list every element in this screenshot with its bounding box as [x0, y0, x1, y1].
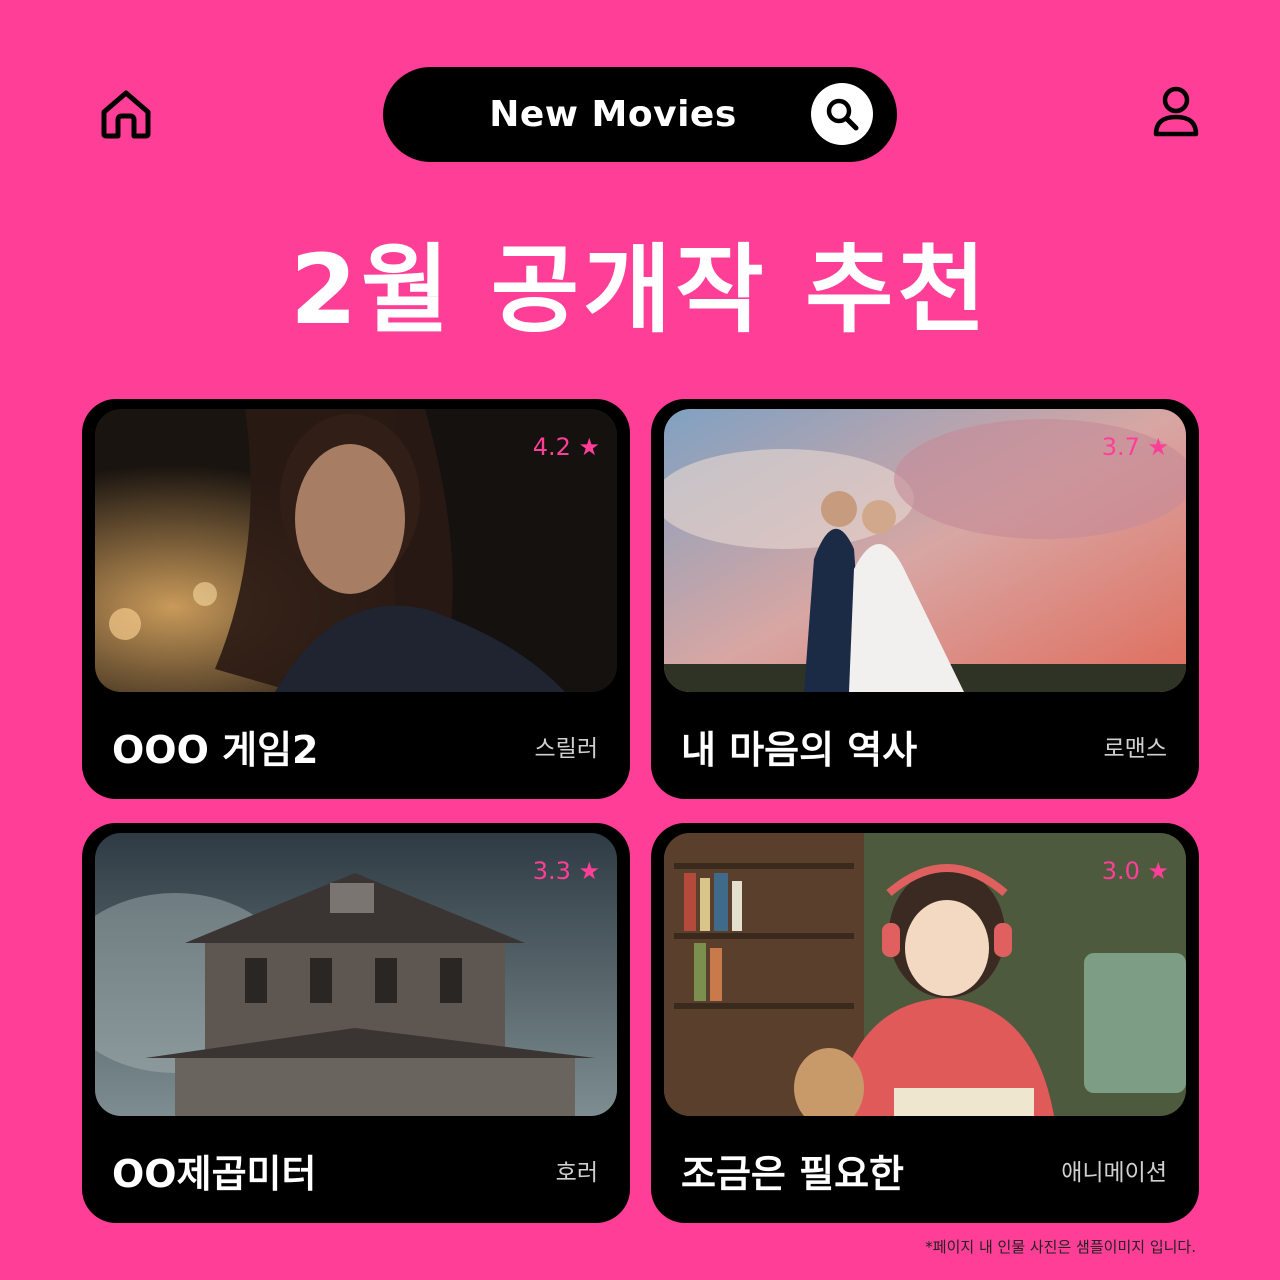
rating-badge: 4.2 ★	[532, 433, 600, 461]
movie-genre: 애니메이션	[1061, 1160, 1167, 1186]
disclaimer-footnote: *페이지 내 인물 사진은 샘플이미지 입니다.	[925, 1238, 1196, 1256]
rating-badge: 3.3 ★	[532, 857, 600, 885]
search-bar[interactable]: New Movies	[383, 67, 897, 162]
user-icon[interactable]	[1152, 86, 1200, 138]
movie-genre: 스릴러	[534, 736, 598, 762]
movie-card[interactable]: 3.3 ★ OO제곱미터 호러	[82, 823, 630, 1223]
search-button[interactable]	[811, 83, 873, 145]
movie-title: 내 마음의 역사	[681, 728, 918, 772]
search-title: New Movies	[489, 94, 737, 135]
movie-title: OO제곱미터	[112, 1152, 317, 1196]
header: New Movies	[0, 0, 1280, 180]
page-title: 2월 공개작 추천	[290, 234, 990, 346]
movie-card[interactable]: 3.0 ★ 조금은 필요한 애니메이션	[651, 823, 1199, 1223]
movie-genre: 로맨스	[1103, 736, 1167, 762]
movie-card[interactable]: 4.2 ★ OOO 게임2 스릴러	[82, 399, 630, 799]
movie-card[interactable]: 3.7 ★ 내 마음의 역사 로맨스	[651, 399, 1199, 799]
rating-badge: 3.0 ★	[1101, 857, 1169, 885]
search-icon	[826, 98, 859, 131]
movie-title: OOO 게임2	[112, 728, 319, 772]
home-icon[interactable]	[98, 88, 154, 140]
rating-badge: 3.7 ★	[1101, 433, 1169, 461]
movie-genre: 호러	[555, 1160, 598, 1186]
movie-title: 조금은 필요한	[681, 1152, 904, 1196]
